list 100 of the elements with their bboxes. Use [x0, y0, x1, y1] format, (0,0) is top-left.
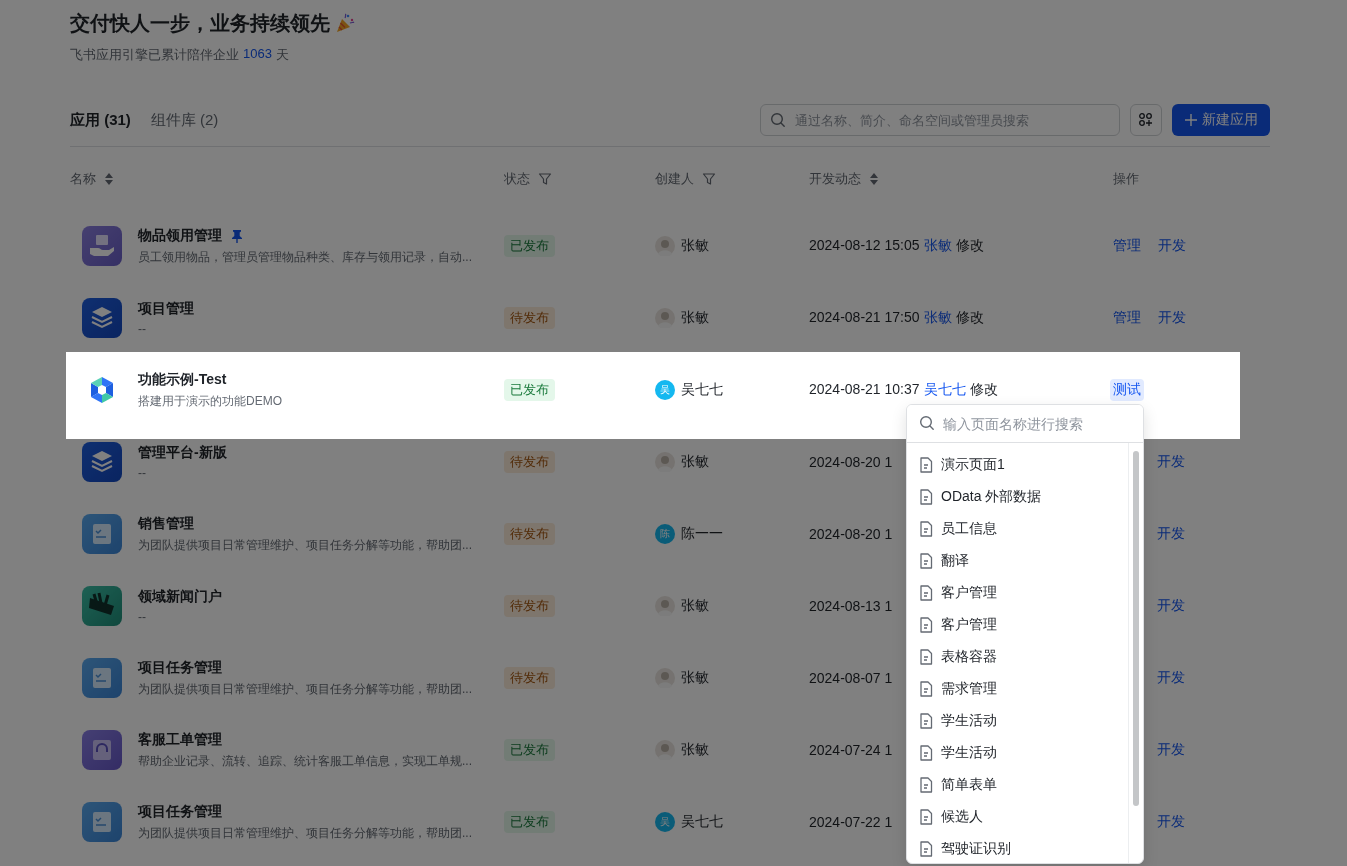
tab[interactable]: 组件库 (2) [150, 104, 219, 136]
app-description: 为团队提供项目日常管理维护、项目任务分解等功能，帮助团... [138, 824, 472, 842]
app-name[interactable]: 项目任务管理 [138, 658, 222, 677]
action-link[interactable]: 开发 [1157, 523, 1185, 545]
page-item[interactable]: 需求管理 [907, 673, 1128, 705]
editor-link[interactable]: 张敏 [923, 237, 952, 255]
app-icon [82, 586, 122, 626]
editor-link[interactable]: 张敏 [923, 309, 952, 327]
app-description: -- [138, 466, 147, 480]
page-item[interactable]: 翻译 [907, 545, 1128, 577]
page-icon [919, 489, 933, 505]
action-link[interactable]: 管理 [1113, 235, 1141, 257]
action-link[interactable]: 开发 [1157, 451, 1185, 473]
app-name[interactable]: 功能示例-Test [138, 370, 227, 389]
creator-name: 张敏 [681, 669, 709, 687]
add-component-button[interactable] [1130, 104, 1162, 136]
subtitle: 飞书应用引擎已累计陪伴企业 [70, 46, 239, 64]
filter-icon [702, 171, 716, 186]
page-item[interactable]: 客户管理 [907, 609, 1128, 641]
page-icon [919, 745, 933, 761]
app-name[interactable]: 管理平台-新版 [138, 444, 227, 462]
app-name[interactable]: 销售管理 [138, 514, 194, 533]
avatar: 陈 [655, 524, 675, 544]
page-item[interactable]: 演示页面1 [907, 449, 1128, 481]
status-tag: 待发布 [504, 307, 555, 329]
app-description: 为团队提供项目日常管理维护、项目任务分解等功能，帮助团... [138, 536, 472, 554]
status-tag: 待发布 [504, 451, 555, 473]
modified-time: 2024-08-07 1 [809, 670, 893, 686]
status-tag: 已发布 [504, 739, 555, 761]
creator-name: 张敏 [681, 453, 709, 471]
action-text: 修改 [969, 381, 998, 399]
app-description: 为团队提供项目日常管理维护、项目任务分解等功能，帮助团... [138, 680, 472, 698]
scrollbar[interactable] [1133, 451, 1139, 806]
action-link[interactable]: 测试 [1110, 379, 1144, 401]
page-item[interactable]: 表格容器 [907, 641, 1128, 673]
page-icon [919, 521, 933, 537]
modified-time: 2024-07-22 1 [809, 814, 893, 830]
avatar-icon [655, 596, 675, 616]
app-name[interactable]: 项目任务管理 [138, 802, 222, 821]
filter-icon [538, 171, 552, 186]
page-item[interactable]: 学生活动 [907, 705, 1128, 737]
party-popper-icon [334, 12, 356, 34]
page-search-field[interactable]: 输入页面名称进行搜索 [907, 405, 1143, 442]
app-icon [82, 226, 122, 266]
column-header: 开发动态 [809, 169, 861, 188]
action-link[interactable]: 开发 [1158, 307, 1186, 329]
plus-icon [1184, 113, 1198, 127]
page-item[interactable]: 客户管理 [907, 577, 1128, 609]
search-icon [919, 415, 935, 431]
avatar: 吴 [655, 812, 675, 832]
page-item[interactable]: 候选人 [907, 801, 1128, 833]
page-icon [919, 649, 933, 665]
modified-time: 2024-08-21 10:37 [809, 381, 920, 399]
creator-name: 陈一一 [681, 525, 723, 543]
page-icon [919, 841, 933, 857]
app-icon [82, 730, 122, 770]
modified-time: 2024-08-21 17:50 [809, 309, 920, 327]
creator-name: 张敏 [681, 309, 709, 327]
app-name[interactable]: 客服工单管理 [138, 730, 222, 749]
page-item[interactable]: OData 外部数据 [907, 481, 1128, 513]
creator-name: 张敏 [681, 741, 709, 759]
creator-name: 吴七七 [681, 813, 723, 831]
page-icon [919, 585, 933, 601]
action-link[interactable]: 开发 [1157, 739, 1185, 761]
action-link[interactable]: 管理 [1113, 307, 1141, 329]
modified-time: 2024-08-20 1 [809, 454, 893, 470]
tab[interactable]: 应用 (31) [70, 104, 131, 136]
action-text: 修改 [955, 237, 984, 255]
new-app-button[interactable]: 新建应用 [1172, 104, 1270, 136]
pin-icon [230, 228, 244, 243]
column-header: 状态 [504, 169, 530, 188]
app-name[interactable]: 物品领用管理 [138, 226, 222, 245]
action-link[interactable]: 开发 [1157, 667, 1185, 689]
column-header: 创建人 [655, 169, 694, 188]
page-item[interactable]: 学生活动 [907, 737, 1128, 769]
day-count: 1063 [243, 46, 272, 63]
creator-name: 张敏 [681, 237, 709, 255]
avatar: 吴 [655, 380, 675, 400]
creator-name: 张敏 [681, 597, 709, 615]
modified-time: 2024-08-13 1 [809, 598, 893, 614]
avatar-icon [655, 236, 675, 256]
page-icon [919, 713, 933, 729]
status-tag: 已发布 [504, 235, 555, 257]
app-description: -- [138, 610, 147, 624]
page-item[interactable]: 驾驶证识别 [907, 833, 1128, 863]
action-link[interactable]: 开发 [1157, 811, 1185, 833]
sort-icon [869, 171, 879, 186]
app-icon [82, 442, 122, 482]
creator-name: 吴七七 [681, 381, 723, 399]
page-item[interactable]: 员工信息 [907, 513, 1128, 545]
app-description: -- [138, 322, 147, 336]
app-name[interactable]: 领域新闻门户 [138, 588, 222, 606]
modified-time: 2024-08-20 1 [809, 526, 893, 542]
action-link[interactable]: 开发 [1157, 595, 1185, 617]
status-tag: 已发布 [504, 379, 555, 401]
page-item[interactable]: 简单表单 [907, 769, 1128, 801]
avatar-icon [655, 308, 675, 328]
editor-link[interactable]: 吴七七 [923, 381, 966, 399]
action-link[interactable]: 开发 [1158, 235, 1186, 257]
app-name[interactable]: 项目管理 [138, 300, 194, 318]
